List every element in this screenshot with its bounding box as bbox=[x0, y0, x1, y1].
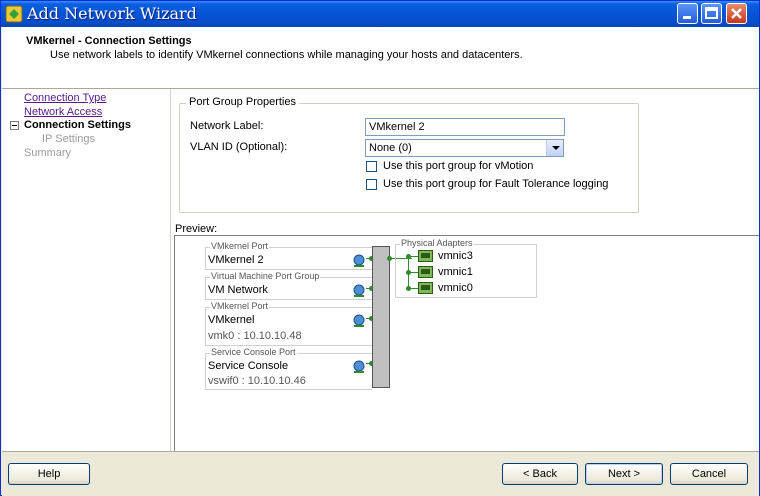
port-group-vmkernel: VMkernel Port VMkernel vmk0 : 10.10.10.4… bbox=[205, 301, 372, 346]
page-title: VMkernel - Connection Settings bbox=[26, 35, 192, 47]
app-icon bbox=[5, 5, 23, 23]
dropdown-arrow-icon[interactable] bbox=[546, 140, 563, 156]
wizard-header: VMkernel - Connection Settings Use netwo… bbox=[2, 27, 759, 89]
nav-item-connection-type[interactable]: Connection Type bbox=[24, 92, 106, 104]
connector-dot bbox=[406, 286, 411, 291]
title-bar[interactable]: Add Network Wizard bbox=[1, 1, 759, 27]
connector-dot bbox=[406, 254, 411, 259]
port-group-type: VMkernel Port bbox=[210, 241, 270, 251]
nic-icon bbox=[418, 250, 433, 262]
adapter-name: vmnic1 bbox=[438, 266, 473, 278]
preview-diagram: VMkernel Port VMkernel 2 Virtual Machine… bbox=[174, 235, 759, 451]
nav-item-connection-settings: Connection Settings bbox=[24, 119, 131, 131]
network-label-input[interactable] bbox=[365, 118, 565, 136]
network-label-caption: Network Label: bbox=[190, 120, 264, 132]
next-button[interactable]: Next > bbox=[585, 463, 663, 485]
minimize-icon bbox=[683, 16, 691, 19]
nic-icon bbox=[418, 266, 433, 278]
help-button[interactable]: Help bbox=[8, 463, 90, 485]
port-group-vmkernel-2: VMkernel Port VMkernel 2 bbox=[205, 241, 372, 270]
port-group-properties-title: Port Group Properties bbox=[186, 96, 299, 108]
port-group-name: VMkernel 2 bbox=[208, 254, 264, 266]
adapter-vmnic0: vmnic0 bbox=[406, 282, 528, 295]
close-button[interactable] bbox=[726, 3, 747, 24]
port-group-detail: vswif0 : 10.10.10.46 bbox=[208, 375, 306, 387]
port-group-icon bbox=[353, 360, 365, 373]
nic-icon bbox=[418, 282, 433, 294]
nav-item-summary: Summary bbox=[24, 147, 72, 159]
port-group-name: VMkernel bbox=[208, 314, 255, 326]
port-group-name: Service Console bbox=[208, 360, 289, 372]
add-network-wizard-window: Add Network Wizard VMkernel - Connection… bbox=[0, 0, 760, 496]
port-group-type: Service Console Port bbox=[210, 347, 297, 357]
adapter-name: vmnic3 bbox=[438, 250, 473, 262]
page-description: Use network labels to identify VMkernel … bbox=[50, 49, 523, 61]
port-group-service-console: Service Console Port Service Console vsw… bbox=[205, 347, 372, 390]
cancel-button[interactable]: Cancel bbox=[670, 463, 748, 485]
port-group-detail: vmk0 : 10.10.10.48 bbox=[208, 330, 302, 342]
vlan-id-value: None (0) bbox=[369, 142, 412, 154]
port-group-icon bbox=[353, 314, 365, 327]
window-title: Add Network Wizard bbox=[27, 4, 197, 23]
port-group-properties-group: Port Group Properties Network Label: VLA… bbox=[179, 96, 639, 213]
adapter-name: vmnic0 bbox=[438, 282, 473, 294]
connector-dot bbox=[406, 270, 411, 275]
port-group-vm-network: Virtual Machine Port Group VM Network bbox=[205, 271, 372, 300]
connector-dot bbox=[387, 256, 392, 261]
wizard-steps-nav: Connection Type Network Access Connectio… bbox=[2, 89, 171, 451]
fault-tolerance-label[interactable]: Use this port group for Fault Tolerance … bbox=[383, 178, 608, 190]
preview-label: Preview: bbox=[175, 223, 218, 235]
main-content: Port Group Properties Network Label: VLA… bbox=[171, 89, 759, 451]
vmotion-checkbox[interactable] bbox=[366, 161, 377, 172]
adapter-vmnic1: vmnic1 bbox=[406, 266, 528, 279]
wizard-footer: Help < Back Next > Cancel bbox=[2, 451, 759, 496]
port-group-name: VM Network bbox=[208, 284, 268, 296]
nav-item-ip-settings: IP Settings bbox=[42, 133, 95, 145]
maximize-button[interactable] bbox=[701, 3, 722, 24]
maximize-icon bbox=[705, 7, 718, 19]
collapse-icon[interactable] bbox=[10, 121, 19, 130]
close-icon bbox=[731, 8, 742, 19]
port-group-type: Virtual Machine Port Group bbox=[210, 271, 321, 281]
virtual-switch bbox=[372, 246, 390, 388]
port-group-icon bbox=[353, 284, 365, 297]
back-button[interactable]: < Back bbox=[502, 463, 578, 485]
fault-tolerance-checkbox[interactable] bbox=[366, 179, 377, 190]
vmotion-label[interactable]: Use this port group for vMotion bbox=[383, 160, 533, 172]
physical-adapters-group: Physical Adapters vmnic3 vmnic1 vmnic0 bbox=[395, 238, 537, 298]
adapter-vmnic3: vmnic3 bbox=[406, 250, 528, 263]
physical-adapters-title: Physical Adapters bbox=[400, 238, 474, 248]
minimize-button[interactable] bbox=[677, 3, 698, 24]
port-group-type: VMkernel Port bbox=[210, 301, 270, 311]
vlan-id-caption: VLAN ID (Optional): bbox=[190, 141, 288, 153]
vlan-id-select[interactable]: None (0) bbox=[365, 139, 564, 157]
nav-item-network-access[interactable]: Network Access bbox=[24, 106, 102, 118]
port-group-icon bbox=[353, 254, 365, 267]
